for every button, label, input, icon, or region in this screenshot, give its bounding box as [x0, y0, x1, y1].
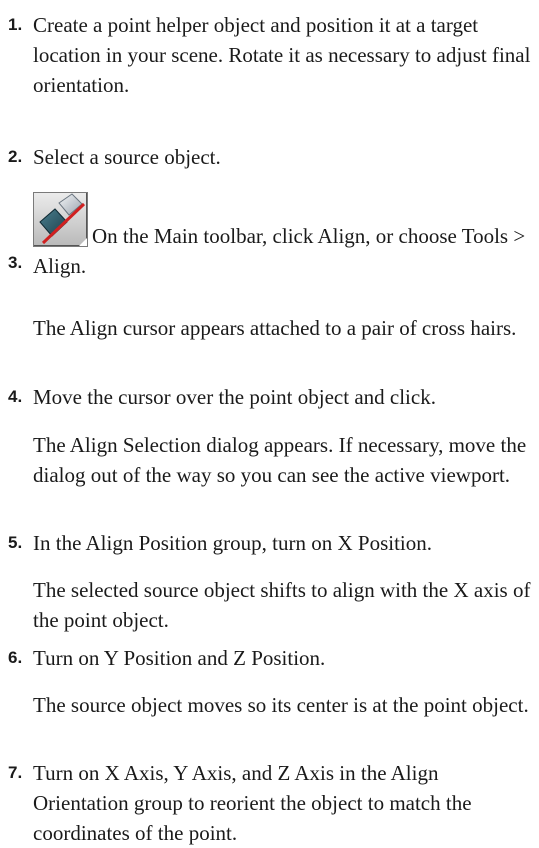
- step-text: Select a source object.: [33, 145, 221, 169]
- step-4: 4. Move the cursor over the point object…: [8, 382, 535, 412]
- step-number: 1.: [8, 15, 23, 34]
- step-5: 5. In the Align Position group, turn on …: [8, 528, 535, 558]
- step-7: 7. Turn on X Axis, Y Axis, and Z Axis in…: [8, 758, 535, 848]
- step-number: 6.: [8, 648, 23, 667]
- step-2: 2. Select a source object.: [8, 142, 535, 172]
- step-3: 3. On the Main toolbar, click Align, or …: [8, 192, 535, 281]
- step-number: 3.: [8, 253, 23, 272]
- step-1: 1. Create a point helper object and posi…: [8, 10, 535, 100]
- step-text: In the Align Position group, turn on X P…: [33, 531, 433, 555]
- step-text: Turn on X Axis, Y Axis, and Z Axis in th…: [33, 761, 472, 845]
- step-4-note: The Align Selection dialog appears. If n…: [33, 433, 527, 487]
- step-number: 7.: [8, 763, 23, 782]
- step-text: Turn on Y Position and Z Position.: [33, 646, 326, 670]
- step-5-note: The selected source object shifts to ali…: [33, 578, 531, 632]
- step-text: Move the cursor over the point object an…: [33, 385, 436, 409]
- step-number: 2.: [8, 147, 23, 166]
- step-6: 6. Turn on Y Position and Z Position.: [8, 643, 535, 673]
- align-tool-icon: [33, 192, 88, 247]
- step-text: Create a point helper object and positio…: [33, 13, 531, 97]
- step-number: 4.: [8, 387, 23, 406]
- step-3-note: The Align cursor appears attached to a p…: [33, 316, 517, 340]
- step-number: 5.: [8, 533, 23, 552]
- step-6-note: The source object moves so its center is…: [33, 693, 529, 717]
- step-text: On the Main toolbar, click Align, or cho…: [33, 224, 526, 278]
